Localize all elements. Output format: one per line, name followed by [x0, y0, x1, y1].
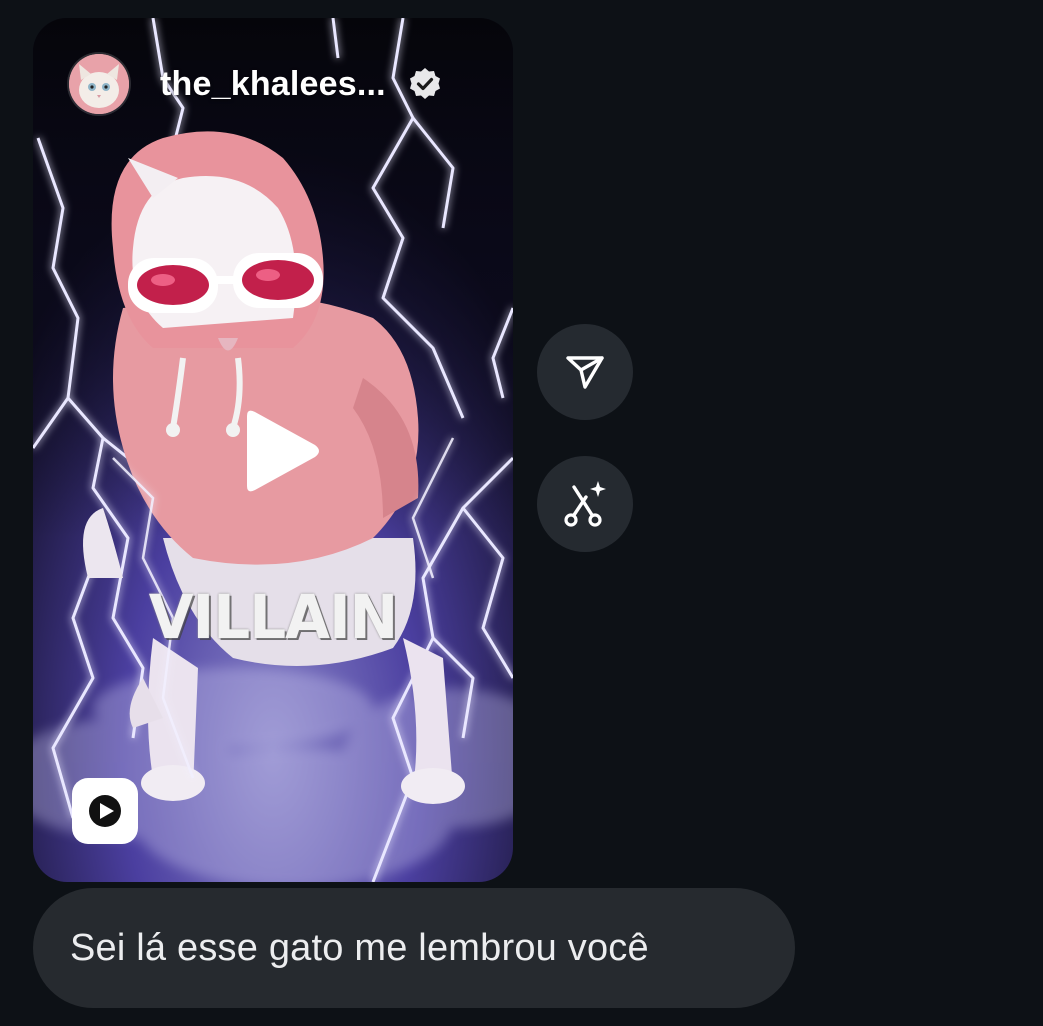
- share-send-icon: [566, 356, 604, 389]
- reel-overlay-text: VILLAIN: [148, 581, 398, 653]
- play-icon[interactable]: [233, 406, 323, 496]
- share-button[interactable]: [537, 324, 633, 420]
- verified-badge-icon: [409, 68, 440, 99]
- chat-thread: the_khalees... VILLAIN Sei lá esse gato …: [0, 0, 1043, 1026]
- shared-reel-card[interactable]: the_khalees... VILLAIN: [33, 18, 513, 882]
- message-bubble[interactable]: Sei lá esse gato me lembrou você: [33, 888, 795, 1008]
- remix-button[interactable]: [537, 456, 633, 552]
- message-text: Sei lá esse gato me lembrou você: [70, 926, 649, 969]
- reel-author-username[interactable]: the_khalees...: [160, 65, 386, 104]
- remix-sparkle-icon: [564, 481, 606, 527]
- cat-avatar-icon[interactable]: [69, 54, 129, 114]
- reels-icon: [72, 778, 138, 844]
- reel-header[interactable]: the_khalees...: [69, 54, 442, 114]
